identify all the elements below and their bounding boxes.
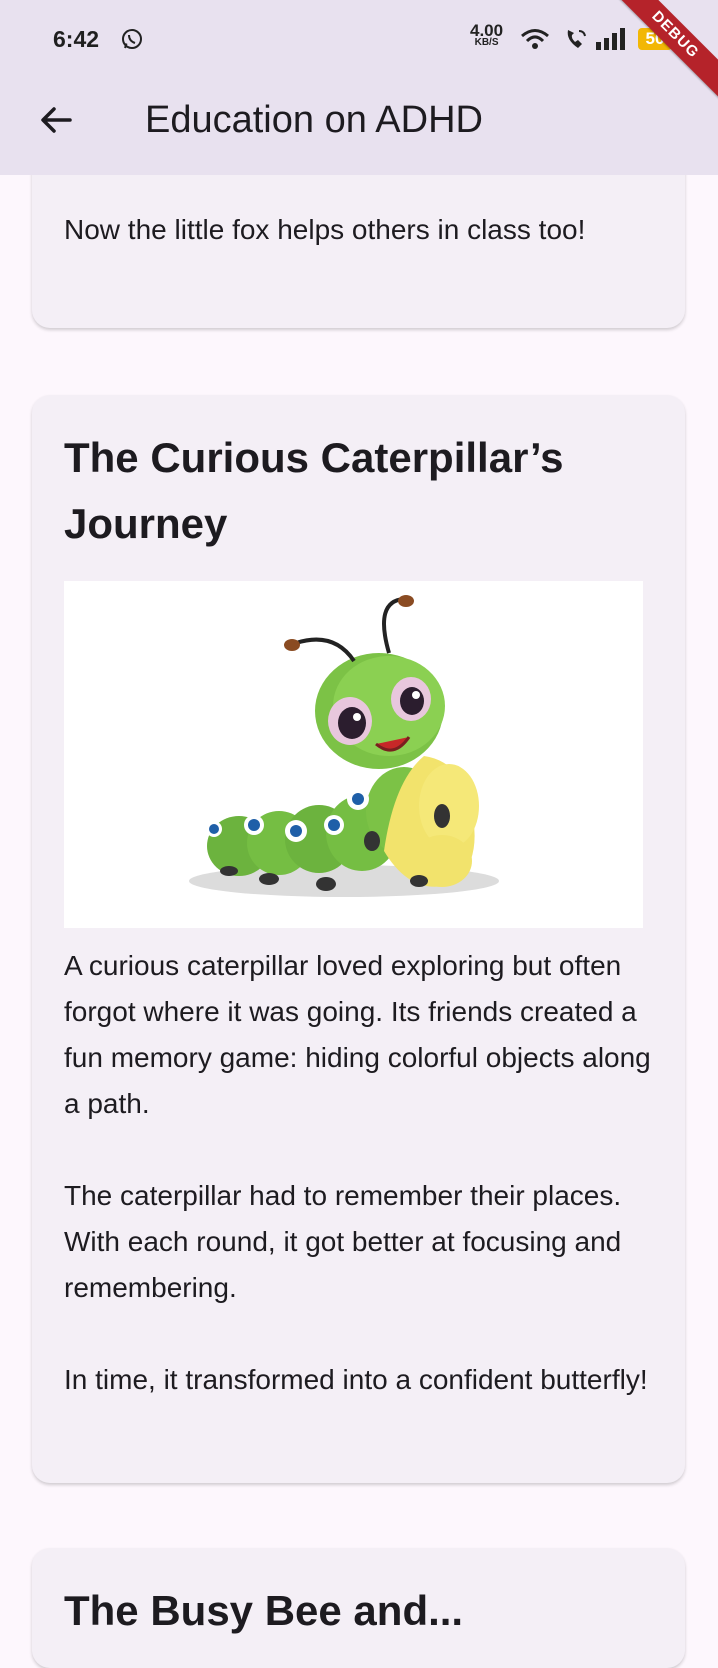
signal-icon [596, 28, 626, 55]
story-card: The Busy Bee and... [32, 1548, 685, 1668]
story-body: Now the little fox helps others in class… [64, 214, 586, 245]
story-body: A curious caterpillar loved exploring bu… [64, 950, 651, 1395]
whatsapp-icon [121, 28, 143, 55]
network-speed-unit: KB/S [474, 37, 499, 48]
wifi-icon [520, 28, 550, 55]
page-title: Education on ADHD [145, 99, 483, 141]
back-button[interactable] [32, 96, 80, 144]
call-icon [564, 28, 588, 55]
app-header: 6:42 4.00 KB/S 50 Education on ADHD [0, 0, 718, 175]
status-time: 6:42 [53, 26, 100, 52]
caterpillar-illustration [64, 581, 643, 928]
arrow-back-icon [41, 107, 72, 133]
story-list[interactable]: Now the little fox helps others in class… [0, 0, 718, 1668]
story-title: The Busy Bee and... [64, 1587, 464, 1634]
story-title: The Curious Caterpillar’s Journey [64, 434, 564, 547]
story-card: The Curious Caterpillar’s Journey A curi… [32, 395, 685, 1483]
network-speed: 4.00 KB/S [470, 22, 503, 48]
